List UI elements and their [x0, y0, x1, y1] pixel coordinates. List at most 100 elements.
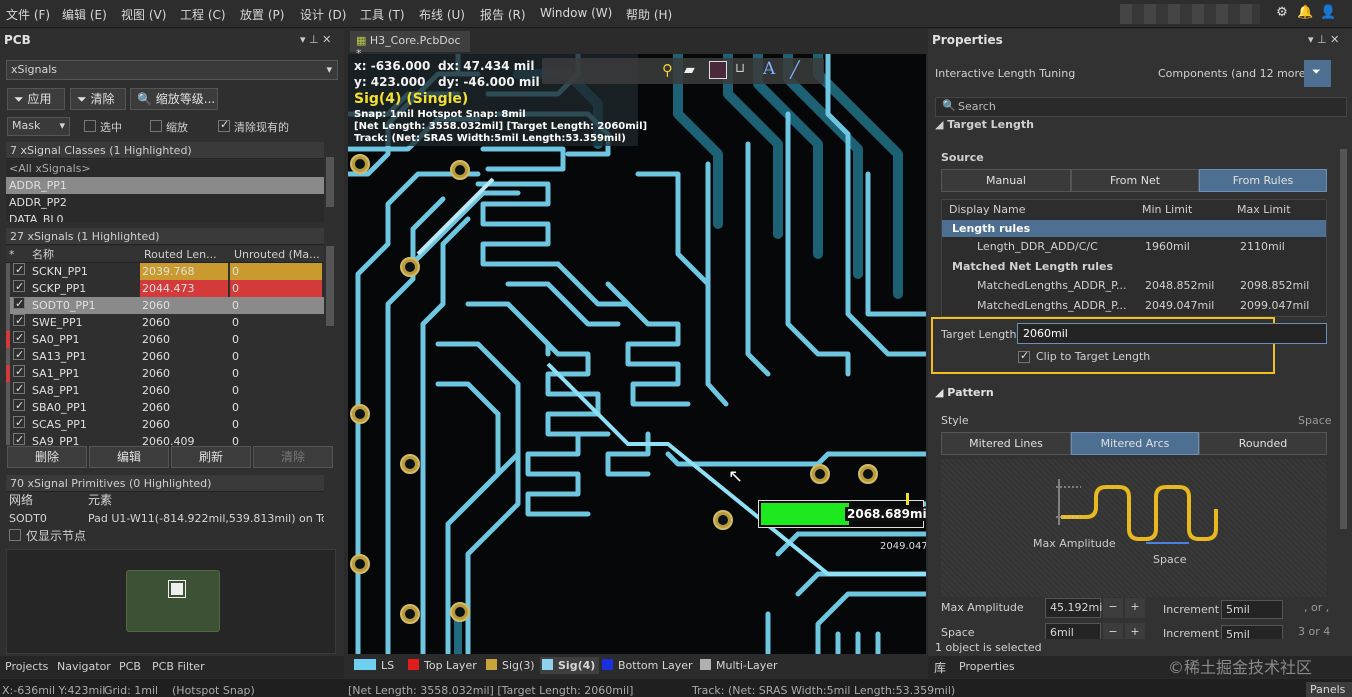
- plus-button[interactable]: +: [1125, 623, 1145, 639]
- layer-tab[interactable]: LS: [352, 657, 398, 674]
- menu-file[interactable]: 文件 (F): [6, 6, 50, 23]
- signal-checkbox[interactable]: [13, 312, 25, 329]
- signal-row[interactable]: SWE_PP1 2060 0: [6, 312, 324, 331]
- signal-checkbox[interactable]: [13, 278, 25, 295]
- source-from-net-button[interactable]: From Net: [1071, 169, 1199, 192]
- target-length-input[interactable]: 2060mil: [1017, 323, 1327, 344]
- clear-list-button[interactable]: 清除: [253, 446, 333, 468]
- class-item[interactable]: DATA_BL0: [8, 211, 322, 222]
- space-input[interactable]: 6mil: [1045, 623, 1101, 639]
- search-input[interactable]: 🔍 Search: [935, 97, 1347, 117]
- layer-tab[interactable]: Bottom Layer: [600, 657, 697, 674]
- tab-pcb-filter[interactable]: PCB Filter: [152, 660, 205, 673]
- user-icon[interactable]: 👤: [1320, 5, 1336, 21]
- max-amplitude-input[interactable]: 45.192mil: [1045, 598, 1105, 618]
- signal-row[interactable]: SA9_PP1 2060.409 0: [6, 431, 324, 445]
- menu-help[interactable]: 帮助 (H): [626, 6, 672, 23]
- select-checkbox[interactable]: [84, 120, 96, 132]
- panel-menu-icon[interactable]: ▾ ⊥ ✕: [300, 33, 331, 46]
- group-length-rules[interactable]: Length rules: [942, 220, 1326, 237]
- scrollbar[interactable]: [326, 246, 334, 326]
- group-matched-rules[interactable]: Matched Net Length rules: [952, 260, 1113, 273]
- tab-pcbdoc[interactable]: ▦ H3_Core.PcbDoc *: [350, 31, 470, 60]
- signal-checkbox[interactable]: [13, 263, 25, 278]
- layer-tab[interactable]: Top Layer: [406, 657, 481, 674]
- line-icon[interactable]: ╱: [790, 60, 800, 79]
- minus-button[interactable]: −: [1103, 598, 1123, 618]
- scrollbar[interactable]: [326, 157, 334, 207]
- apply-button[interactable]: ⏷ 应用: [7, 88, 65, 110]
- menu-design[interactable]: 设计 (D): [300, 6, 346, 23]
- scrollbar[interactable]: [1340, 149, 1347, 529]
- rule-row[interactable]: MatchedLengths_ADDR_P... 2049.047mil 209…: [942, 296, 1326, 316]
- clear-existing-checkbox[interactable]: [218, 118, 230, 132]
- signal-row[interactable]: SCKP_PP1 2044.4730: [6, 278, 324, 297]
- signal-row[interactable]: SCKN_PP1 2039.7680: [6, 263, 324, 280]
- menu-edit[interactable]: 编辑 (E): [62, 6, 107, 23]
- mask-dropdown[interactable]: Mask ▾: [7, 117, 70, 136]
- signal-row[interactable]: SA0_PP1 2060 0: [6, 329, 324, 348]
- layer-tab[interactable]: Sig(4): [540, 657, 600, 674]
- signal-checkbox[interactable]: [13, 414, 25, 431]
- menu-tools[interactable]: 工具 (T): [360, 6, 405, 23]
- board-preview[interactable]: [6, 549, 336, 654]
- rule-row[interactable]: Length_DDR_ADD/C/C 1960mil 2110mil: [942, 237, 1326, 257]
- dimension-icon[interactable]: ⊔: [735, 61, 745, 76]
- signal-row[interactable]: SA1_PP1 2060 0: [6, 363, 324, 382]
- edit-button[interactable]: 编辑: [89, 446, 169, 468]
- signal-checkbox[interactable]: [13, 431, 25, 445]
- menu-window[interactable]: Window (W): [540, 6, 612, 20]
- signal-checkbox[interactable]: [13, 363, 25, 380]
- refresh-button[interactable]: 刷新: [171, 446, 251, 468]
- layer-tab[interactable]: Multi-Layer: [698, 657, 782, 674]
- menu-route[interactable]: 布线 (U): [419, 6, 465, 23]
- tab-library[interactable]: 库: [934, 659, 946, 676]
- route-icon[interactable]: [709, 61, 727, 79]
- signal-checkbox[interactable]: [13, 346, 25, 363]
- class-item-selected[interactable]: ADDR_PP1: [6, 177, 324, 194]
- signal-checkbox[interactable]: [13, 329, 25, 346]
- pcb-canvas[interactable]: x: -636.000 dx: 47.434 mil y: 423.000 dy…: [348, 54, 926, 654]
- minus-button[interactable]: −: [1103, 623, 1123, 639]
- only-nodes-checkbox[interactable]: [9, 529, 21, 541]
- zoom-checkbox[interactable]: [150, 120, 162, 132]
- signal-checkbox[interactable]: [13, 295, 25, 312]
- gear-icon[interactable]: ⚙: [1274, 5, 1290, 21]
- tab-projects[interactable]: Projects: [5, 660, 48, 673]
- signal-row[interactable]: SCAS_PP1 2060 0: [6, 414, 324, 433]
- clear-button[interactable]: ⏷ 清除: [70, 88, 126, 110]
- xsignals-dropdown[interactable]: xSignals ▾: [6, 60, 338, 80]
- primitive-row[interactable]: SODT0 Pad U1-W11(-814.922mil,539.813mil)…: [6, 510, 324, 527]
- text-icon[interactable]: A: [763, 59, 775, 79]
- increment-input[interactable]: 5mil: [1221, 600, 1283, 619]
- signal-row[interactable]: SA13_PP1 2060 0: [6, 346, 324, 365]
- tab-pcb[interactable]: PCB: [119, 660, 141, 673]
- section-target-length[interactable]: ◢ Target Length: [935, 118, 1034, 131]
- panels-button[interactable]: Panels: [1306, 682, 1352, 697]
- class-item[interactable]: <All xSignals>: [8, 160, 322, 177]
- signal-row[interactable]: SA8_PP1 2060 0: [6, 380, 324, 399]
- menu-reports[interactable]: 报告 (R): [480, 6, 526, 23]
- bell-icon[interactable]: 🔔: [1297, 5, 1313, 21]
- signal-checkbox[interactable]: [13, 380, 25, 397]
- pin-icon[interactable]: ⚲: [662, 61, 673, 79]
- class-item[interactable]: ADDR_PP2: [8, 194, 322, 211]
- layer-icon[interactable]: ▰: [684, 62, 695, 78]
- components-filter[interactable]: Components (and 12 more): [1158, 67, 1310, 80]
- menu-view[interactable]: 视图 (V): [121, 6, 166, 23]
- plus-button[interactable]: +: [1125, 598, 1145, 618]
- panel-menu-icon[interactable]: ▾ ⊥ ✕: [1308, 33, 1339, 46]
- menu-project[interactable]: 工程 (C): [180, 6, 226, 23]
- style-mitered-arcs-button[interactable]: Mitered Arcs: [1071, 432, 1199, 455]
- delete-button[interactable]: 删除: [7, 446, 87, 468]
- source-from-rules-button[interactable]: From Rules: [1199, 169, 1327, 192]
- filter-toggle-icon[interactable]: ⏷: [1304, 60, 1331, 87]
- style-rounded-button[interactable]: Rounded: [1199, 432, 1327, 455]
- source-manual-button[interactable]: Manual: [941, 169, 1071, 192]
- layer-tab[interactable]: Sig(3): [484, 657, 539, 674]
- space-increment-input[interactable]: 5mil: [1221, 625, 1283, 639]
- tab-navigator[interactable]: Navigator: [57, 660, 111, 673]
- signal-checkbox[interactable]: [13, 397, 25, 414]
- menu-place[interactable]: 放置 (P): [240, 6, 284, 23]
- rule-row[interactable]: MatchedLengths_ADDR_P... 2048.852mil 209…: [942, 276, 1326, 296]
